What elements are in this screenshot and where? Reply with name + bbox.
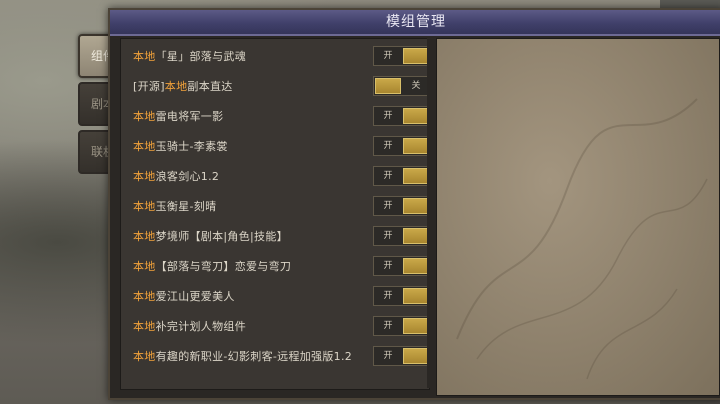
toggle-knob[interactable] <box>403 258 429 274</box>
mod-toggle[interactable]: 开 <box>373 316 429 336</box>
toggle-state-label: 开 <box>383 351 393 361</box>
mod-row: 本地浪客剑心1.2 开 <box>121 161 429 191</box>
toggle-knob[interactable] <box>403 288 429 304</box>
mod-local-tag: 本地 <box>133 140 156 153</box>
toggle-knob[interactable] <box>403 318 429 334</box>
mod-local-tag: 本地 <box>164 80 188 93</box>
toggle-state-label: 开 <box>383 111 393 121</box>
mod-name: 本地雷电将军一影 <box>133 108 223 124</box>
mod-title: 爱江山更爱美人 <box>155 290 235 303</box>
mod-row: 本地梦境师【剧本|角色|技能】 开 <box>121 221 429 251</box>
toggle-state-label: 开 <box>383 171 393 181</box>
toggle-knob[interactable] <box>403 48 429 64</box>
toggle-state-label: 开 <box>383 261 393 271</box>
toggle-knob[interactable] <box>403 138 429 154</box>
mod-title: 梦境师【剧本|角色|技能】 <box>155 230 288 243</box>
toggle-knob[interactable] <box>403 348 429 364</box>
mod-title: 「星」部落与武魂 <box>155 50 247 63</box>
mod-title: 浪客剑心1.2 <box>155 170 220 183</box>
mod-local-tag: 本地 <box>133 170 156 183</box>
mod-toggle[interactable]: 开 <box>373 256 429 276</box>
toggle-state-label: 开 <box>383 51 393 61</box>
toggle-state-label: 开 <box>383 201 393 211</box>
mod-row: 本地雷电将军一影 开 <box>121 101 429 131</box>
mod-title: 玉衡星-刻晴 <box>155 200 217 213</box>
mod-name: 本地补完计划人物组件 <box>133 318 246 334</box>
mod-toggle[interactable]: 开 <box>373 136 429 156</box>
mod-name: 本地【部落与弯刀】恋爱与弯刀 <box>133 258 291 274</box>
mod-toggle[interactable]: 开 <box>373 46 429 66</box>
mod-local-tag: 本地 <box>133 350 156 363</box>
window-title: 模组管理 <box>110 10 720 36</box>
mod-title: 副本直达 <box>187 80 233 93</box>
mod-local-tag: 本地 <box>133 50 156 63</box>
mod-title: 有趣的新职业-幻影刺客-远程加强版1.2 <box>155 350 353 363</box>
mod-local-tag: 本地 <box>133 200 156 213</box>
mod-title: 【部落与弯刀】恋爱与弯刀 <box>155 260 292 273</box>
mod-local-tag: 本地 <box>133 260 156 273</box>
mod-row: [开源]本地副本直达 关 <box>121 71 429 101</box>
mod-toggle[interactable]: 开 <box>373 346 429 366</box>
mod-name: [开源]本地副本直达 <box>133 78 233 94</box>
mod-toggle[interactable]: 开 <box>373 286 429 306</box>
mod-row: 本地爱江山更爱美人 开 <box>121 281 429 311</box>
mod-row: 本地【部落与弯刀】恋爱与弯刀 开 <box>121 251 429 281</box>
toggle-knob[interactable] <box>403 198 429 214</box>
mod-list-scrollbar[interactable] <box>427 38 431 388</box>
toggle-state-label: 关 <box>411 81 421 91</box>
mod-row: 本地有趣的新职业-幻影刺客-远程加强版1.2 开 <box>121 341 429 371</box>
toggle-knob[interactable] <box>403 228 429 244</box>
mod-title: 玉骑士-李素裳 <box>155 140 228 153</box>
mod-list: 本地「星」部落与武魂开 [开源]本地副本直达关本地雷电将军一影开本地玉骑士-李素裳… <box>120 38 430 390</box>
mod-toggle[interactable]: 关 <box>373 76 429 96</box>
mod-title: 补完计划人物组件 <box>155 320 247 333</box>
mod-local-tag: 本地 <box>133 110 156 123</box>
toggle-knob[interactable] <box>375 78 401 94</box>
toggle-state-label: 开 <box>383 231 393 241</box>
mod-name: 本地玉骑士-李素裳 <box>133 138 228 154</box>
mod-local-tag: 本地 <box>133 320 156 333</box>
mod-name: 本地「星」部落与武魂 <box>133 48 246 64</box>
mod-title: 雷电将军一影 <box>155 110 224 123</box>
mod-toggle[interactable]: 开 <box>373 226 429 246</box>
mod-name: 本地浪客剑心1.2 <box>133 168 219 184</box>
mod-name: 本地有趣的新职业-幻影刺客-远程加强版1.2 <box>133 348 352 364</box>
toggle-state-label: 开 <box>383 141 393 151</box>
mod-row: 本地玉骑士-李素裳 开 <box>121 131 429 161</box>
mod-prefix: [开源] <box>133 80 165 93</box>
mod-manager-window: 模组管理 本地「星」部落与武魂开 [开源]本地副本直达关本地雷电将军一影开本地玉骑… <box>108 8 720 400</box>
mod-name: 本地爱江山更爱美人 <box>133 288 235 304</box>
mod-row: 本地「星」部落与武魂 开 <box>121 41 429 71</box>
mod-detail-panel <box>436 38 720 396</box>
mod-name: 本地玉衡星-刻晴 <box>133 198 216 214</box>
mod-toggle[interactable]: 开 <box>373 106 429 126</box>
mod-local-tag: 本地 <box>133 290 156 303</box>
mod-row: 本地玉衡星-刻晴 开 <box>121 191 429 221</box>
mod-toggle[interactable]: 开 <box>373 196 429 216</box>
mod-local-tag: 本地 <box>133 230 156 243</box>
mod-row: 本地补完计划人物组件 开 <box>121 311 429 341</box>
toggle-state-label: 开 <box>383 291 393 301</box>
toggle-knob[interactable] <box>403 168 429 184</box>
mod-name: 本地梦境师【剧本|角色|技能】 <box>133 228 288 244</box>
toggle-state-label: 开 <box>383 321 393 331</box>
mod-toggle[interactable]: 开 <box>373 166 429 186</box>
parchment-texture <box>456 98 708 380</box>
toggle-knob[interactable] <box>403 108 429 124</box>
